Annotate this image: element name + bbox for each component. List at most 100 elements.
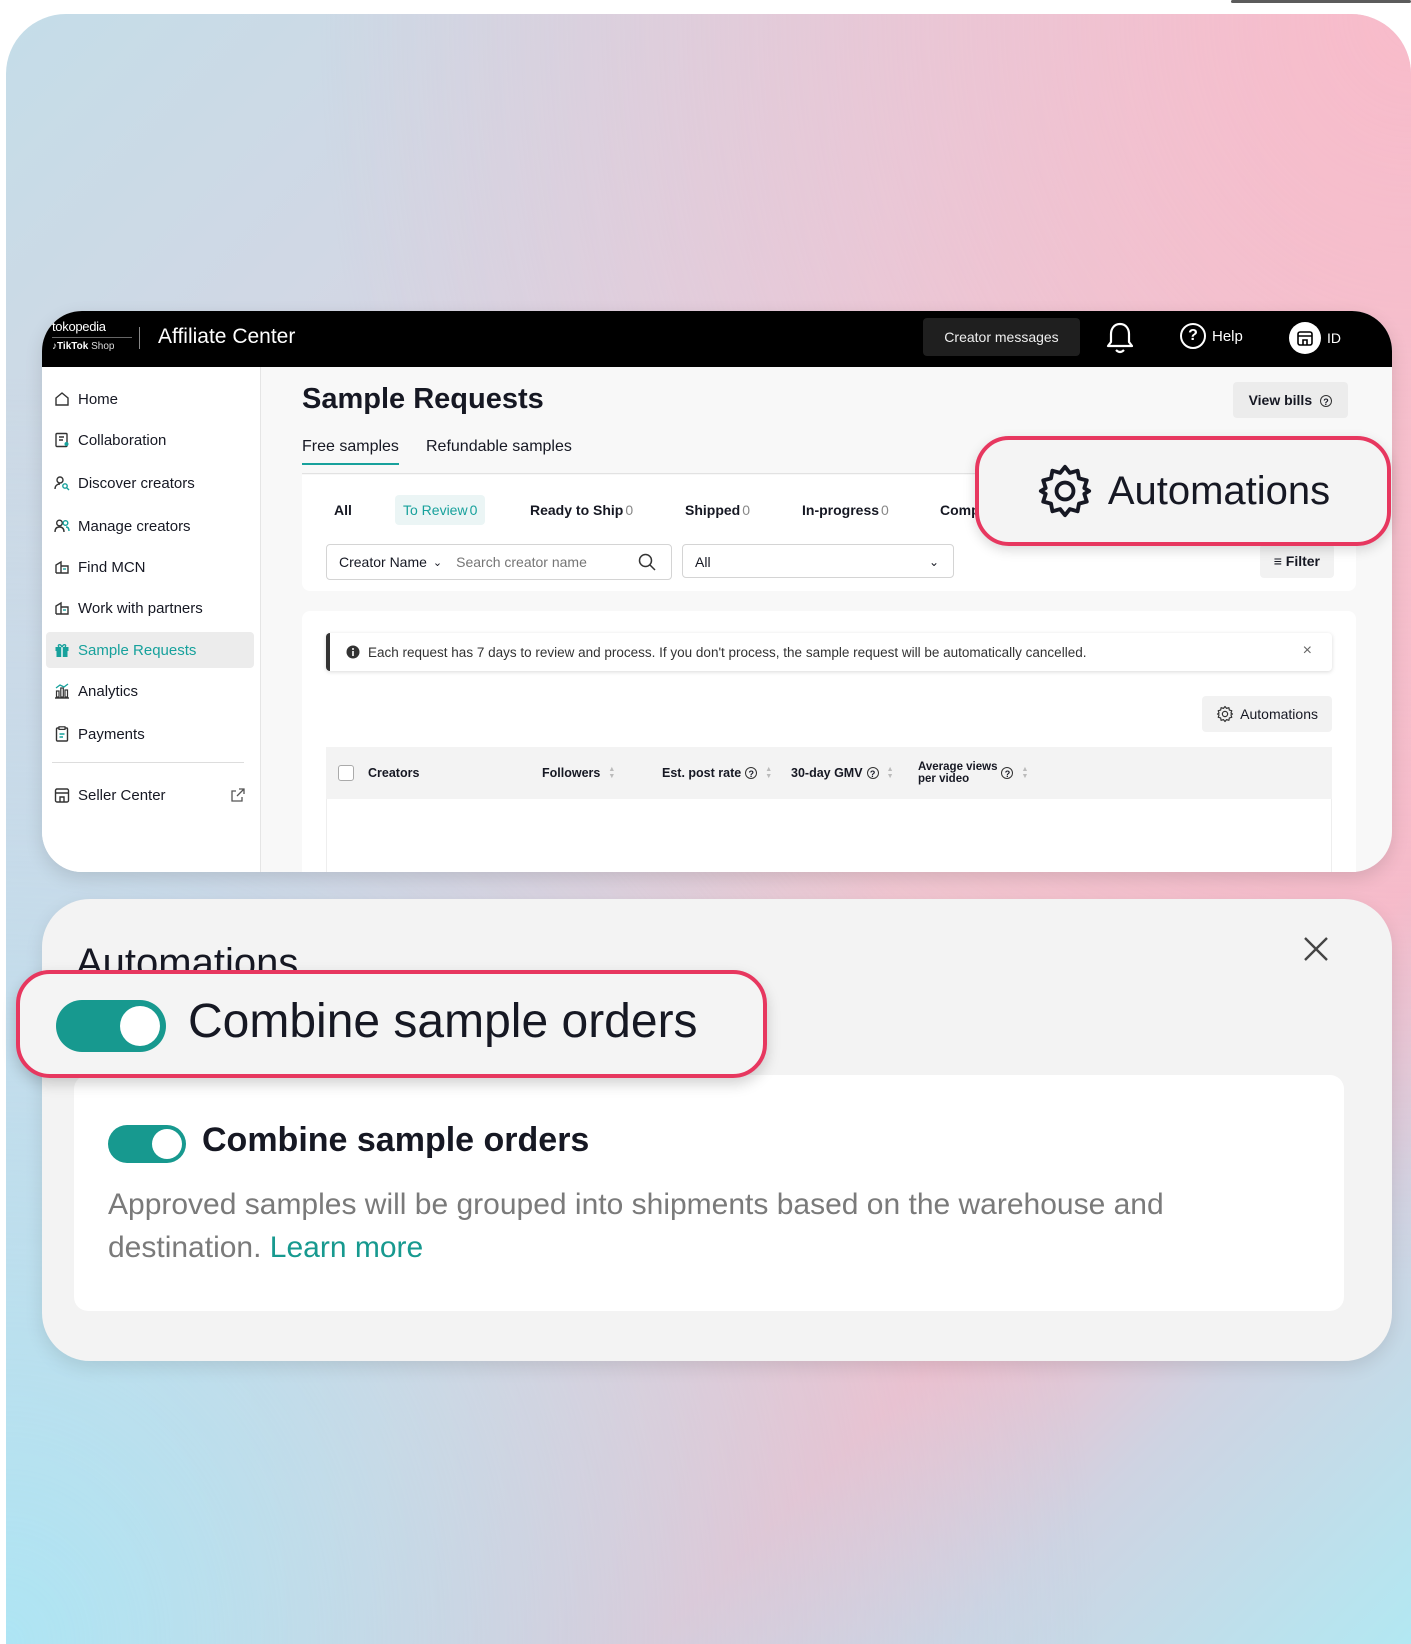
sidebar-item-payments[interactable]: Payments — [46, 716, 254, 752]
avg-views-line2: per video — [918, 773, 970, 785]
gift-icon — [55, 644, 69, 657]
brand-line1: tokopedia — [52, 319, 106, 334]
sidebar-item-label: Payments — [78, 725, 145, 743]
sidebar-item-label: Find MCN — [78, 558, 146, 576]
sidebar-item-collaboration[interactable]: Collaboration — [46, 422, 254, 458]
combine-option-card: Combine sample orders Approved samples w… — [74, 1075, 1344, 1311]
header-avg-views[interactable]: Average views per video ? ▲ ▼ — [918, 747, 1028, 799]
status-select[interactable]: All ⌄ — [682, 544, 954, 578]
status-tab-in-progress[interactable]: In-progress 0 — [802, 495, 889, 525]
learn-more-link[interactable]: Learn more — [270, 1231, 423, 1264]
automations-callout[interactable]: Automations — [975, 436, 1391, 546]
tab-free-samples[interactable]: Free samples — [302, 438, 399, 465]
partners-icon — [55, 601, 69, 615]
table-body — [326, 799, 1332, 872]
sidebar-item-seller-center[interactable]: Seller Center — [46, 777, 246, 813]
gear-icon — [1217, 705, 1234, 723]
status-tab-count: 0 — [881, 502, 889, 518]
store-label: ID — [1327, 330, 1341, 346]
filter-icon: ≡ — [1273, 553, 1282, 569]
brand-shop: Shop — [91, 341, 115, 352]
status-tab-ready-to-ship[interactable]: Ready to Ship 0 — [530, 495, 633, 525]
close-icon[interactable]: × — [1303, 642, 1312, 660]
question-icon: ? — [745, 767, 758, 779]
payments-icon — [55, 726, 69, 742]
sidebar-item-label: Seller Center — [78, 786, 166, 804]
sidebar-item-label: Collaboration — [78, 431, 167, 449]
view-bills-button[interactable]: View bills ? — [1232, 382, 1348, 418]
sidebar-item-label: Home — [78, 390, 119, 408]
sort-icon: ▲ ▼ — [886, 766, 894, 780]
brand-logo[interactable]: tokopedia ♪TikTok Shop — [52, 317, 164, 361]
table-header: Creators Followers ▲ ▼ Est. post rate ? ▲… — [326, 747, 1332, 799]
discover-icon — [54, 476, 70, 491]
status-tab-label: All — [334, 502, 352, 518]
gear-icon — [1038, 464, 1091, 518]
help-icon: ? — [1180, 323, 1206, 349]
status-tab-shipped[interactable]: Shipped 0 — [685, 495, 750, 525]
help-label: Help — [1212, 327, 1243, 345]
header-followers[interactable]: Followers ▲ ▼ — [542, 747, 615, 799]
combine-orders-toggle[interactable] — [108, 1125, 186, 1163]
combine-option-title: Combine sample orders — [202, 1121, 590, 1159]
close-icon[interactable] — [1302, 935, 1330, 963]
sidebar-item-sample-requests[interactable]: Sample Requests — [46, 632, 254, 668]
header-gmv-label: 30-day GMV — [791, 766, 863, 780]
status-tab-to-review[interactable]: To Review 0 — [395, 495, 486, 525]
tab-refundable-samples[interactable]: Refundable samples — [426, 438, 572, 456]
manage-creators-icon — [54, 519, 70, 533]
status-tab-completed[interactable]: Comp — [940, 495, 980, 525]
requests-card: Each request has 7 days to review and pr… — [302, 611, 1356, 872]
sidebar-item-work-with-partners[interactable]: Work with partners — [46, 590, 254, 626]
sidebar-item-discover-creators[interactable]: Discover creators — [46, 465, 254, 501]
help-button[interactable]: ? Help — [1180, 323, 1243, 349]
header-creators-label: Creators — [368, 766, 420, 780]
affiliate-center-window: tokopedia ♪TikTok Shop Affiliate Center … — [42, 311, 1392, 872]
creator-messages-button[interactable]: Creator messages — [923, 318, 1080, 356]
store-icon — [54, 788, 70, 803]
analytics-icon — [55, 683, 69, 699]
avg-views-line1: Average views — [918, 761, 998, 773]
store-account-button[interactable]: ID — [1289, 322, 1341, 354]
view-bills-label: View bills — [1248, 392, 1313, 408]
sidebar-item-analytics[interactable]: Analytics — [46, 673, 254, 709]
filter-label: Filter — [1285, 553, 1320, 569]
combine-orders-toggle-large[interactable] — [56, 1000, 166, 1052]
info-notice: Each request has 7 days to review and pr… — [326, 633, 1332, 671]
header-post-rate[interactable]: Est. post rate ? ▲ ▼ — [662, 747, 772, 799]
question-icon: ? — [1001, 767, 1014, 779]
header-avg-views-label: Average views per video — [918, 761, 997, 785]
app-title: Affiliate Center — [158, 325, 296, 348]
sort-icon: ▲ ▼ — [1021, 766, 1029, 780]
notice-text: Each request has 7 days to review and pr… — [368, 644, 1087, 660]
header-divider — [139, 327, 140, 349]
sidebar-item-label: Discover creators — [78, 474, 195, 492]
search-input[interactable] — [454, 553, 634, 571]
brand-tiktok: TikTok — [57, 341, 89, 352]
status-tab-count: 0 — [625, 502, 634, 518]
home-icon — [55, 392, 69, 406]
automations-panel: Automations Combine sample orders Approv… — [42, 899, 1392, 1361]
chevron-down-icon: ⌄ — [928, 555, 939, 569]
sidebar-item-home[interactable]: Home — [46, 381, 254, 417]
sort-icon: ▲ ▼ — [608, 766, 616, 780]
brand-line2: ♪TikTok Shop — [52, 341, 115, 352]
select-all-checkbox[interactable] — [338, 765, 354, 781]
automations-button[interactable]: Automations — [1202, 696, 1332, 732]
search-icon[interactable] — [637, 552, 657, 572]
header-gmv[interactable]: 30-day GMV ? ▲ ▼ — [791, 747, 894, 799]
sidebar-item-label: Work with partners — [78, 599, 203, 617]
status-tab-count: 0 — [742, 502, 751, 518]
status-tab-all[interactable]: All — [334, 495, 352, 525]
bell-icon[interactable] — [1105, 320, 1135, 356]
search-field-select[interactable]: Creator Name — [327, 554, 427, 570]
sidebar-item-manage-creators[interactable]: Manage creators — [46, 508, 254, 544]
sidebar-item-find-mcn[interactable]: Find MCN — [46, 549, 254, 585]
filter-button[interactable]: ≡ Filter — [1259, 544, 1334, 578]
question-icon: ? — [1320, 395, 1332, 407]
collaboration-icon — [55, 432, 69, 448]
top-bar: tokopedia ♪TikTok Shop Affiliate Center … — [42, 311, 1392, 367]
status-tab-label: In-progress — [802, 502, 880, 518]
status-tab-label: To Review — [403, 502, 468, 518]
combine-orders-callout[interactable]: Combine sample orders — [16, 970, 767, 1078]
